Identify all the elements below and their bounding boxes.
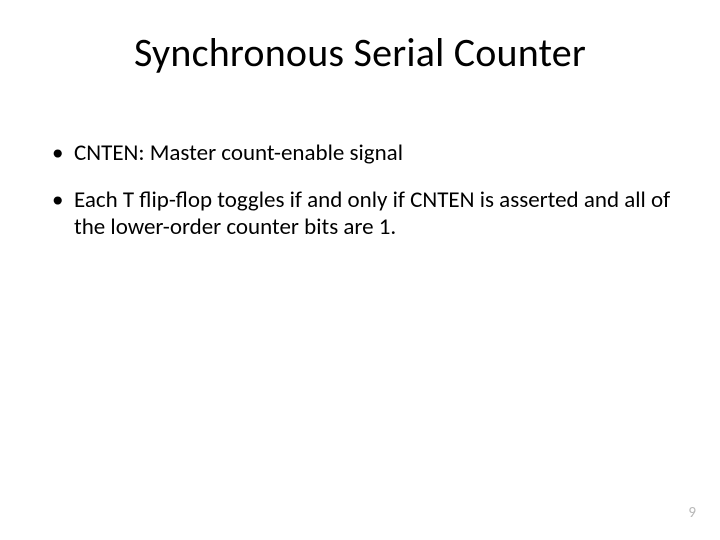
list-item: Each T flip-flop toggles if and only if … (48, 187, 672, 241)
slide: Synchronous Serial Counter CNTEN: Master… (0, 0, 720, 540)
bullet-list: CNTEN: Master count-enable signal Each T… (48, 140, 672, 241)
page-number: 9 (688, 504, 696, 522)
slide-title: Synchronous Serial Counter (0, 28, 720, 77)
slide-body: CNTEN: Master count-enable signal Each T… (48, 140, 672, 261)
list-item: CNTEN: Master count-enable signal (48, 140, 672, 167)
